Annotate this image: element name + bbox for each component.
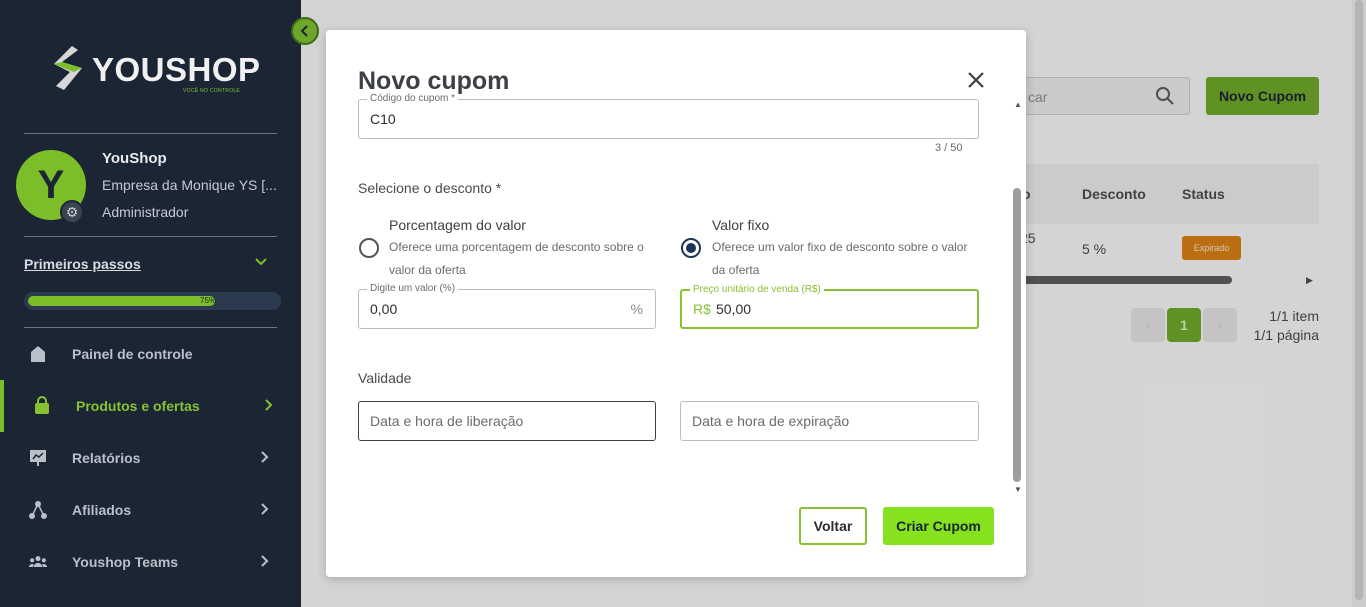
nav-item-teams[interactable]: Youshop Teams [0,536,301,588]
modal-title: Novo cupom [358,67,510,95]
validity-label: Validade [358,370,412,386]
option-fixed-description: Oferece um valor fixo de desconto sobre … [712,240,968,277]
back-button[interactable]: Voltar [799,507,867,545]
percent-suffix: % [630,301,643,317]
coupon-code-value: C10 [370,111,396,127]
nav-item-affiliates[interactable]: Afiliados [0,484,301,536]
onboarding-progress-bar: 75% [24,292,281,310]
onboarding-link[interactable]: Primeiros passos [24,256,141,272]
youshop-logo-icon [54,46,82,90]
chevron-right-icon [263,398,275,415]
option-percentage-description: Oferece uma porcentagem de desconto sobr… [389,240,644,277]
divider [24,236,277,237]
nav-label: Painel de controle [72,346,193,362]
percentage-input-label: Digite um valor (%) [367,283,459,295]
brand-tagline: VOCÊ NO CONTROLE [183,88,241,94]
coupon-code-field[interactable]: Código do cupom * C10 [358,93,979,139]
nav-item-dashboard[interactable]: Painel de controle [0,328,301,380]
option-percentage-title[interactable]: Porcentagem do valor [389,217,526,233]
currency-prefix: R$ [693,301,711,317]
nav-item-products[interactable]: Produtos e ofertas [0,380,301,432]
chevron-right-icon [259,554,271,571]
expiration-datetime-placeholder: Data e hora de expiração [692,413,850,429]
chevron-right-icon [259,502,271,519]
user-name: YouShop [102,150,167,167]
release-datetime-input[interactable]: Data e hora de liberação [358,401,656,441]
release-datetime-placeholder: Data e hora de liberação [370,413,524,429]
chevron-right-icon [259,450,271,467]
close-icon[interactable] [964,68,988,92]
nav-label: Youshop Teams [72,554,179,570]
option-fixed-title[interactable]: Valor fixo [712,217,769,233]
dashboard-icon [28,344,48,364]
reports-icon [28,448,48,468]
gear-icon[interactable]: ⚙ [60,200,84,224]
sidebar-collapse-button[interactable] [291,17,319,45]
user-role: Administrador [102,204,189,220]
percentage-input-value: 0,00 [370,301,398,317]
percentage-input[interactable]: Digite um valor (%) 0,00 % [358,283,656,329]
teams-icon [28,552,48,572]
nav-item-reports[interactable]: Relatórios [0,432,301,484]
shopping-bag-icon [32,396,52,416]
coupon-code-label: Código do cupom * [367,93,459,105]
radio-percentage[interactable] [359,238,379,258]
affiliates-icon [28,500,48,520]
chevron-left-icon [300,25,308,37]
chevron-down-icon[interactable] [254,255,268,272]
user-company: Empresa da Monique YS [... [102,177,277,193]
brand-name: YOUSHOP [92,51,261,88]
progress-text: 75% [200,296,217,305]
fixed-value-input-label: Preço unitário de venda (R$) [690,284,824,296]
nav-label: Produtos e ofertas [76,398,200,414]
expiration-datetime-input[interactable]: Data e hora de expiração [680,401,979,441]
radio-fixed-value[interactable] [681,238,701,258]
nav-label: Afiliados [72,502,132,518]
nav-label: Relatórios [72,450,141,466]
sidebar: YOUSHOP VOCÊ NO CONTROLE Y ⚙ YouShop Emp… [0,0,301,607]
divider [24,133,277,134]
new-coupon-modal: Novo cupom Código do cupom * C10 3 / 50 … [326,30,1026,577]
character-counter: 3 / 50 [935,142,963,154]
discount-section-label: Selecione o desconto * [358,180,502,196]
progress-fill [28,296,215,306]
fixed-value-input-value: 50,00 [716,301,752,317]
modal-scroll-down-icon[interactable]: ▼ [1014,485,1022,494]
create-coupon-button[interactable]: Criar Cupom [883,507,994,545]
modal-scrollbar-thumb[interactable] [1013,188,1021,482]
brand-logo[interactable]: YOUSHOP [48,42,261,94]
fixed-value-input[interactable]: Preço unitário de venda (R$) R$ 50,00 [680,284,979,329]
modal-scroll-up-icon[interactable]: ▲ [1014,100,1022,109]
